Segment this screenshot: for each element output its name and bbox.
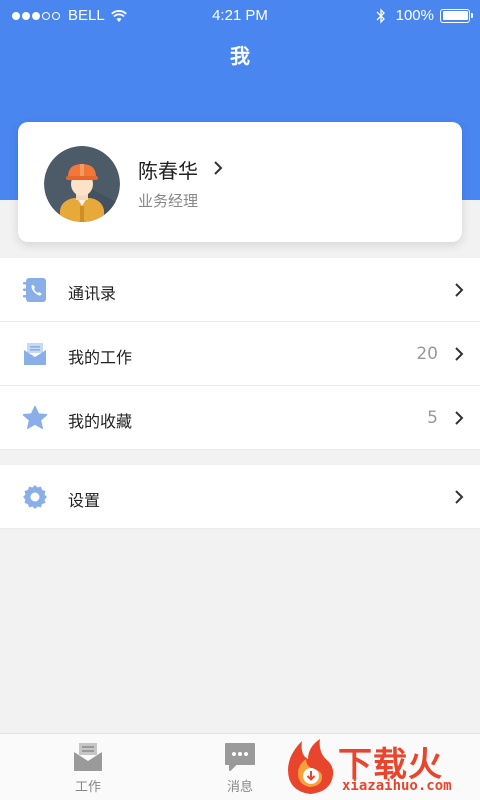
page-title: 我 (230, 44, 250, 68)
chevron-right-icon (455, 283, 464, 297)
menu-item-my-work[interactable]: 我的工作 20 (0, 322, 480, 386)
menu-item-settings[interactable]: 设置 (0, 465, 480, 529)
profile-name: 陈春华 (138, 159, 198, 183)
menu-item-count: 5 (427, 408, 438, 428)
menu-list: 通讯录 我的工作 20 我的收藏 5 (0, 258, 480, 450)
watermark-site: xiazaihuo.com (342, 778, 452, 794)
bluetooth-icon (376, 7, 385, 24)
chevron-right-icon (455, 347, 464, 361)
avatar (44, 146, 120, 222)
profile-role: 业务经理 (138, 192, 199, 210)
menu-item-label: 设置 (68, 491, 101, 510)
work-mail-icon (24, 343, 46, 365)
contacts-icon (23, 278, 46, 302)
work-tab-icon (74, 743, 102, 771)
chevron-right-icon (455, 411, 464, 425)
tab-label: 工作 (74, 780, 101, 795)
watermark-logo: 下载火 xiazaihuo.com (282, 735, 480, 800)
menu-item-label: 通讯录 (68, 284, 117, 303)
profile-card[interactable]: 陈春华 业务经理 (18, 122, 462, 242)
settings-list: 设置 (0, 465, 480, 529)
menu-item-count: 20 (416, 344, 438, 364)
menu-item-label: 我的工作 (68, 348, 133, 367)
status-bar: BELL 4:21 PM 100% (0, 0, 480, 32)
chevron-right-icon (214, 161, 223, 175)
battery-percent: 100% (395, 7, 434, 24)
message-tab-icon (225, 743, 255, 771)
gear-icon (23, 485, 47, 509)
menu-item-contacts[interactable]: 通讯录 (0, 258, 480, 322)
battery-icon (440, 8, 473, 23)
tab-work[interactable]: 工作 (8, 734, 168, 800)
menu-item-favorites[interactable]: 我的收藏 5 (0, 386, 480, 450)
star-icon (22, 405, 48, 429)
chevron-right-icon (455, 490, 464, 504)
flame-logo-icon (288, 739, 334, 794)
menu-item-label: 我的收藏 (68, 412, 133, 431)
